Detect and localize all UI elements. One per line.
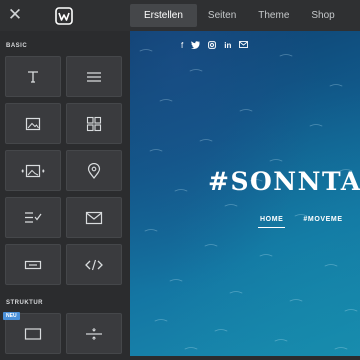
linkedin-icon[interactable]: in — [224, 41, 231, 52]
element-button-tile[interactable] — [5, 244, 61, 285]
element-title-tile[interactable] — [5, 56, 61, 97]
hero-title[interactable]: #SONNTAG — [208, 167, 360, 196]
tab-theme[interactable]: Theme — [247, 0, 300, 31]
element-image-tile[interactable] — [5, 103, 61, 144]
element-form-tile[interactable] — [5, 197, 61, 238]
bottom-edge — [130, 356, 360, 360]
tab-erstellen[interactable]: Erstellen — [130, 4, 197, 27]
top-bar: ✕ Erstellen Seiten Theme Shop — [0, 0, 360, 31]
weebly-w-icon[interactable] — [54, 6, 74, 26]
section-label-basic: BASIC — [6, 43, 28, 49]
gallery-icon — [86, 116, 102, 131]
map-icon — [87, 162, 101, 179]
element-map-tile[interactable] — [66, 150, 122, 191]
element-divider-tile[interactable] — [66, 313, 122, 354]
nav-item-moveme[interactable]: #MOVEME — [303, 216, 342, 228]
nav-item-home[interactable]: HOME — [258, 216, 286, 228]
element-text-tile[interactable] — [66, 56, 122, 97]
instagram-icon[interactable] — [208, 41, 217, 52]
section-icon — [24, 327, 42, 340]
section-label-struktur: STRUKTUR — [6, 300, 43, 306]
site-nav: HOME #MOVEME — [258, 216, 343, 228]
element-slideshow-tile[interactable] — [5, 150, 61, 191]
image-icon — [25, 117, 41, 130]
mail-icon[interactable] — [239, 41, 249, 52]
tab-seiten[interactable]: Seiten — [197, 0, 247, 31]
form-icon — [25, 211, 42, 223]
twitter-icon[interactable] — [191, 41, 201, 52]
divider-icon — [86, 327, 102, 340]
close-icon[interactable]: ✕ — [4, 4, 26, 26]
email-icon — [85, 211, 103, 224]
tab-shop[interactable]: Shop — [300, 0, 345, 31]
element-email-tile[interactable] — [66, 197, 122, 238]
main-tabs: Erstellen Seiten Theme Shop — [130, 0, 346, 31]
site-preview[interactable]: f in #SONNTAG HOME #MOVEME — [130, 31, 360, 360]
elements-sidebar: BASIC STRUKTUR — [0, 31, 130, 360]
social-icons: f in — [181, 41, 249, 52]
button-icon — [24, 260, 42, 269]
embed-code-icon — [85, 259, 103, 270]
element-gallery-tile[interactable] — [66, 103, 122, 144]
element-embed-code-tile[interactable] — [66, 244, 122, 285]
new-badge: NEU — [3, 312, 20, 320]
slideshow-icon — [21, 164, 45, 177]
title-icon — [28, 70, 38, 83]
text-icon — [87, 71, 101, 82]
facebook-icon[interactable]: f — [181, 41, 183, 52]
